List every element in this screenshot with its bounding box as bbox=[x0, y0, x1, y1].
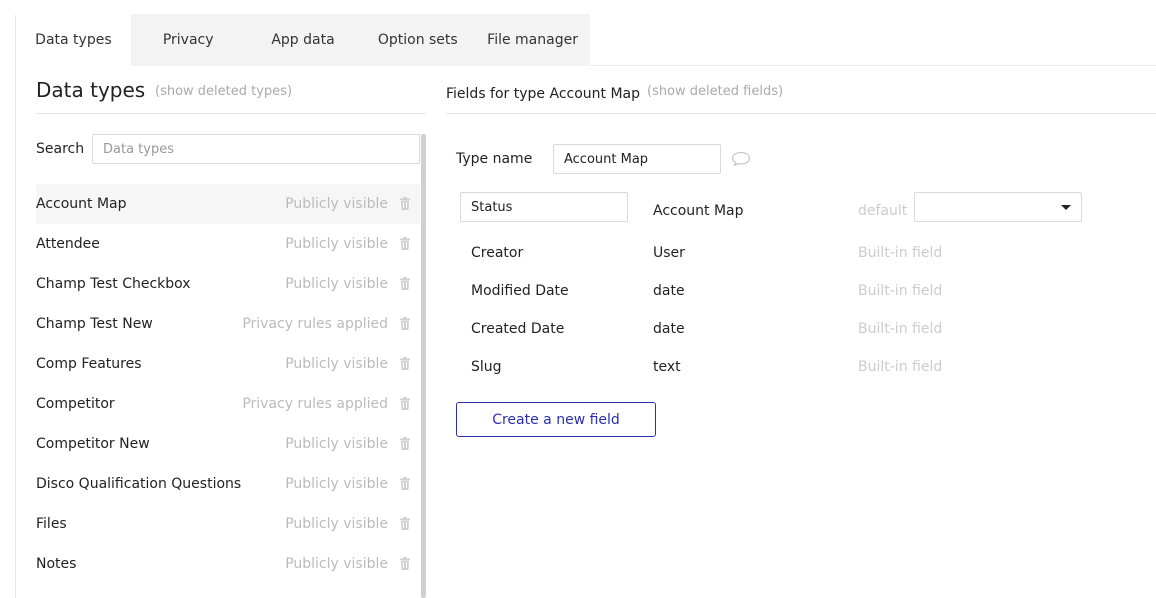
trash-icon[interactable] bbox=[400, 317, 410, 330]
default-value-dropdown[interactable] bbox=[914, 192, 1082, 222]
field-row: Creator User Built-in field bbox=[456, 234, 1096, 272]
fields-divider bbox=[446, 113, 1156, 114]
field-row: Account Map default bbox=[456, 192, 1096, 230]
field-default-label: default bbox=[858, 203, 908, 219]
field-row: Modified Date date Built-in field bbox=[456, 272, 1096, 310]
data-type-privacy-status: Publicly visible bbox=[285, 236, 388, 252]
trash-icon[interactable] bbox=[400, 477, 410, 490]
data-type-privacy-status: Publicly visible bbox=[285, 516, 388, 532]
trash-icon[interactable] bbox=[400, 397, 410, 410]
tab-bar-divider bbox=[590, 65, 1156, 66]
fields-panel-title: Fields for type Account Map bbox=[446, 86, 641, 102]
type-name-label: Type name bbox=[456, 151, 533, 167]
tab-data-types[interactable]: Data types bbox=[16, 14, 131, 66]
data-type-row[interactable]: Notes Publicly visible bbox=[36, 544, 420, 584]
show-deleted-fields-link[interactable]: (show deleted fields) bbox=[647, 84, 783, 99]
field-type: date bbox=[653, 321, 685, 337]
data-type-privacy-status: Privacy rules applied bbox=[242, 396, 388, 412]
tab-file-manager[interactable]: File manager bbox=[475, 14, 590, 66]
data-type-name: Competitor bbox=[36, 396, 115, 412]
data-type-name: Comp Features bbox=[36, 356, 142, 372]
field-row: Slug text Built-in field bbox=[456, 348, 1096, 386]
data-type-row[interactable]: Files Publicly visible bbox=[36, 504, 420, 544]
field-type: Account Map bbox=[653, 203, 744, 219]
field-name-input[interactable] bbox=[460, 192, 628, 222]
built-in-field-label: Built-in field bbox=[858, 359, 943, 375]
field-row: Created Date date Built-in field bbox=[456, 310, 1096, 348]
trash-icon[interactable] bbox=[400, 277, 410, 290]
tab-privacy[interactable]: Privacy bbox=[131, 14, 246, 66]
built-in-field-label: Built-in field bbox=[858, 321, 943, 337]
data-types-scrollbar[interactable] bbox=[421, 134, 426, 598]
data-type-row[interactable]: Attendee Publicly visible bbox=[36, 224, 420, 264]
caret-down-icon bbox=[1061, 205, 1071, 210]
field-type: date bbox=[653, 283, 685, 299]
show-deleted-types-link[interactable]: (show deleted types) bbox=[155, 84, 292, 99]
data-type-row[interactable]: Comp Features Publicly visible bbox=[36, 344, 420, 384]
data-type-row[interactable]: Champ Test Checkbox Publicly visible bbox=[36, 264, 420, 304]
data-type-name: Account Map bbox=[36, 196, 127, 212]
comment-icon[interactable] bbox=[731, 151, 751, 167]
data-type-privacy-status: Publicly visible bbox=[285, 436, 388, 452]
data-types-divider bbox=[36, 113, 426, 114]
tab-option-sets[interactable]: Option sets bbox=[360, 14, 475, 66]
data-type-privacy-status: Publicly visible bbox=[285, 556, 388, 572]
tab-bar: Data types Privacy App data Option sets … bbox=[16, 14, 590, 66]
data-types-title: Data types bbox=[36, 78, 146, 102]
tab-app-data[interactable]: App data bbox=[246, 14, 361, 66]
data-type-row[interactable]: Competitor New Publicly visible bbox=[36, 424, 420, 464]
left-border bbox=[15, 15, 16, 598]
data-type-name: Disco Qualification Questions bbox=[36, 476, 242, 492]
trash-icon[interactable] bbox=[400, 237, 410, 250]
built-in-field-label: Built-in field bbox=[858, 245, 943, 261]
data-type-privacy-status: Publicly visible bbox=[285, 476, 388, 492]
trash-icon[interactable] bbox=[400, 197, 410, 210]
data-type-name: Files bbox=[36, 516, 67, 532]
trash-icon[interactable] bbox=[400, 437, 410, 450]
trash-icon[interactable] bbox=[400, 557, 410, 570]
trash-icon[interactable] bbox=[400, 517, 410, 530]
data-type-privacy-status: Publicly visible bbox=[285, 196, 388, 212]
data-types-search-input[interactable] bbox=[92, 134, 420, 164]
data-type-row[interactable]: Competitor Privacy rules applied bbox=[36, 384, 420, 424]
data-type-privacy-status: Publicly visible bbox=[285, 276, 388, 292]
built-in-field-label: Built-in field bbox=[858, 283, 943, 299]
data-type-privacy-status: Publicly visible bbox=[285, 356, 388, 372]
data-type-row[interactable]: Disco Qualification Questions Publicly vi… bbox=[36, 464, 420, 504]
data-type-row[interactable]: Account Map Publicly visible bbox=[36, 184, 420, 224]
field-type: text bbox=[653, 359, 681, 375]
data-type-privacy-status: Privacy rules applied bbox=[242, 316, 388, 332]
field-name: Creator bbox=[471, 245, 524, 261]
data-type-name: Champ Test New bbox=[36, 316, 153, 332]
field-name: Slug bbox=[471, 359, 502, 375]
data-type-row[interactable]: Champ Test New Privacy rules applied bbox=[36, 304, 420, 344]
field-name: Created Date bbox=[471, 321, 565, 337]
type-name-input[interactable] bbox=[553, 144, 721, 174]
data-type-name: Notes bbox=[36, 556, 77, 572]
data-type-name: Attendee bbox=[36, 236, 100, 252]
data-type-name: Competitor New bbox=[36, 436, 150, 452]
trash-icon[interactable] bbox=[400, 357, 410, 370]
search-label: Search bbox=[36, 141, 85, 157]
field-type: User bbox=[653, 245, 685, 261]
field-name: Modified Date bbox=[471, 283, 569, 299]
create-new-field-button[interactable]: Create a new field bbox=[456, 402, 656, 437]
data-types-list: Account Map Publicly visible Attendee Publi… bbox=[36, 184, 420, 584]
data-type-name: Champ Test Checkbox bbox=[36, 276, 191, 292]
